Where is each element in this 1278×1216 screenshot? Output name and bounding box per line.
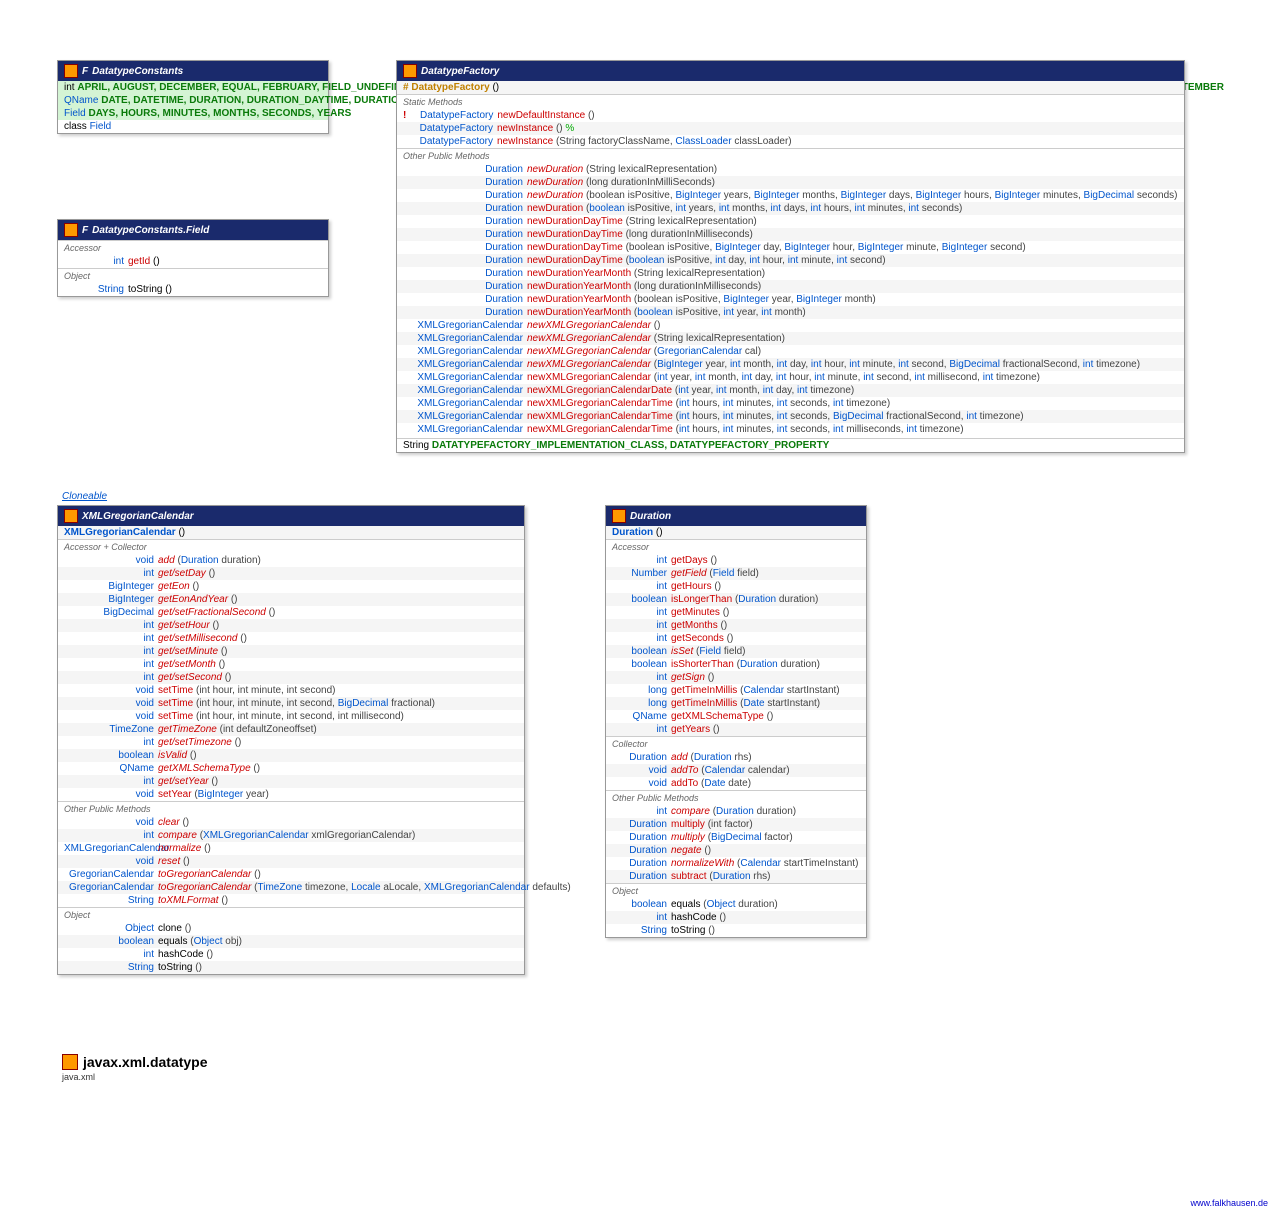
class-icon xyxy=(64,64,78,78)
class-title: FDatatypeConstants xyxy=(58,61,328,81)
package-label: javax.xml.datatype xyxy=(62,1054,208,1070)
method-list: DurationnewDuration (String lexicalRepre… xyxy=(397,163,1184,436)
class-title: XMLGregorianCalendar xyxy=(58,506,524,526)
section-label: Accessor xyxy=(58,240,328,255)
class-box-duration: Duration Duration () Accessor intgetDays… xyxy=(605,505,867,938)
class-title: FDatatypeConstants.Field xyxy=(58,220,328,240)
const-row: int APRIL, AUGUST, DECEMBER, EQUAL, FEBR… xyxy=(58,81,328,94)
class-icon xyxy=(64,223,78,237)
class-box-datatypefactory: DatatypeFactory # DatatypeFactory () Sta… xyxy=(396,60,1185,453)
brand-link[interactable]: www.falkhausen.de xyxy=(1190,1198,1268,1208)
class-title: DatatypeFactory xyxy=(397,61,1184,81)
class-icon xyxy=(403,64,417,78)
module-label: java.xml xyxy=(62,1072,95,1082)
method-list: !DatatypeFactorynewDefaultInstance ()Dat… xyxy=(397,109,1184,148)
class-box-datatypeconstants: FDatatypeConstants int APRIL, AUGUST, DE… xyxy=(57,60,329,134)
class-icon xyxy=(612,509,626,523)
cloneable-link[interactable]: Cloneable xyxy=(62,491,107,502)
class-box-field: FDatatypeConstants.Field Accessor intget… xyxy=(57,219,329,297)
class-title: Duration xyxy=(606,506,866,526)
class-box-xmlgregoriancalendar: XMLGregorianCalendar XMLGregorianCalenda… xyxy=(57,505,525,975)
class-icon xyxy=(64,509,78,523)
package-icon xyxy=(62,1054,78,1070)
